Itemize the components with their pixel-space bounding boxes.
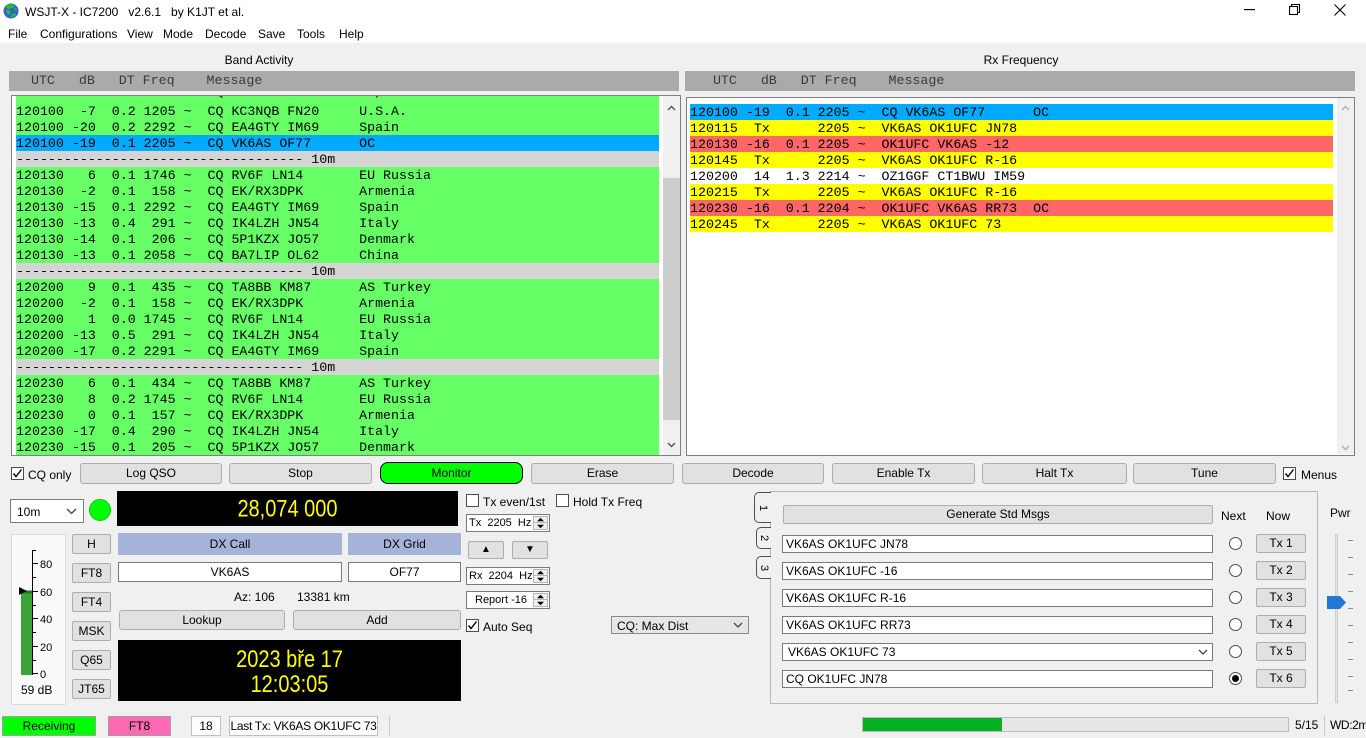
- svg-text:60: 60: [40, 587, 52, 599]
- svg-text:0: 0: [40, 669, 46, 681]
- svg-text:40: 40: [40, 614, 52, 626]
- svg-text:20: 20: [40, 642, 52, 654]
- svg-text:80: 80: [40, 559, 52, 571]
